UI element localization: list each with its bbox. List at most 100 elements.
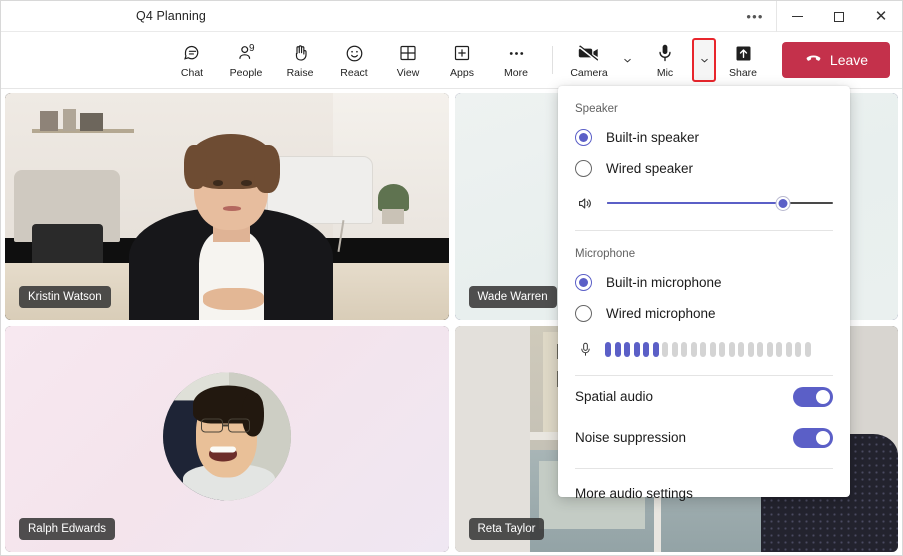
toolbar-item-raise[interactable]: Raise <box>273 34 327 86</box>
mic-level-bar <box>738 342 744 357</box>
people-count-badge: 9 <box>249 43 255 54</box>
share-screen-icon <box>733 41 754 65</box>
mic-level-bar <box>643 342 649 357</box>
microphone-option-label: Built-in microphone <box>606 275 722 290</box>
mic-level-bar <box>700 342 706 357</box>
more-audio-settings-label: More audio settings <box>575 486 693 501</box>
noise-suppression-label: Noise suppression <box>575 430 686 445</box>
react-smiley-icon <box>344 41 365 65</box>
volume-slider-row <box>575 186 833 220</box>
mic-level-bar <box>605 342 611 357</box>
apps-plus-icon <box>452 41 472 65</box>
spatial-audio-row[interactable]: Spatial audio <box>575 376 833 417</box>
toolbar-label-apps: Apps <box>450 68 474 79</box>
mic-level-bar <box>757 342 763 357</box>
mic-level-bar <box>615 342 621 357</box>
close-icon: ✕ <box>875 9 888 24</box>
mic-level-bar <box>748 342 754 357</box>
toolbar-label-share: Share <box>729 68 757 79</box>
mic-level-bar <box>776 342 782 357</box>
people-icon: 9 <box>236 41 257 65</box>
meeting-toolbar: Chat 9 People Raise <box>1 32 902 89</box>
toolbar-label-people: People <box>230 68 263 79</box>
mic-level-bar <box>672 342 678 357</box>
speaker-option-wired[interactable]: Wired speaker <box>575 153 833 184</box>
close-button[interactable]: ✕ <box>860 1 902 32</box>
toolbar-label-more: More <box>504 68 528 79</box>
mic-level-bar <box>795 342 801 357</box>
minimize-button[interactable] <box>776 1 818 32</box>
microphone-level-meter <box>605 342 833 357</box>
audio-settings-panel: Speaker Built-in speaker Wired speaker <box>558 86 850 497</box>
teams-meeting-window: Q4 Planning ••• ✕ <box>0 0 903 556</box>
minimize-icon <box>792 16 803 17</box>
mic-level-bar <box>729 342 735 357</box>
participant-name-label: Ralph Edwards <box>19 518 115 540</box>
view-grid-icon <box>398 41 418 65</box>
participant-name-label: Kristin Watson <box>19 286 111 308</box>
window-more-button[interactable]: ••• <box>734 1 776 32</box>
hang-up-icon <box>804 49 823 71</box>
toolbar-item-apps[interactable]: Apps <box>435 34 489 86</box>
window-controls: ••• ✕ <box>734 1 902 32</box>
mic-level-bar <box>786 342 792 357</box>
mic-level-bar <box>653 342 659 357</box>
more-ellipsis-icon <box>506 41 527 65</box>
microphone-icon <box>575 341 595 358</box>
toolbar-item-share[interactable]: Share <box>716 34 770 86</box>
toolbar-item-mic[interactable]: Mic <box>638 34 692 86</box>
microphone-option-built-in[interactable]: Built-in microphone <box>575 267 833 298</box>
mic-options-chevron[interactable] <box>692 38 716 82</box>
toolbar-item-more[interactable]: More <box>489 34 543 86</box>
spatial-audio-toggle[interactable] <box>793 387 833 407</box>
speaker-section-label: Speaker <box>575 86 833 122</box>
radio-icon <box>575 160 592 177</box>
speaker-option-label: Built-in speaker <box>606 130 699 145</box>
toolbar-item-react[interactable]: React <box>327 34 381 86</box>
slider-thumb[interactable] <box>777 197 790 210</box>
camera-control-group: Camera <box>562 34 638 86</box>
camera-options-chevron[interactable] <box>616 41 638 79</box>
mic-level-bar <box>719 342 725 357</box>
speaker-option-label: Wired speaker <box>606 161 693 176</box>
toolbar-item-view[interactable]: View <box>381 34 435 86</box>
microphone-option-label: Wired microphone <box>606 306 716 321</box>
noise-suppression-row[interactable]: Noise suppression <box>575 417 833 458</box>
toolbar-label-raise: Raise <box>287 68 314 79</box>
radio-icon <box>575 305 592 322</box>
leave-button-label: Leave <box>830 52 868 68</box>
microphone-level-row <box>575 333 833 365</box>
title-bar: Q4 Planning ••• ✕ <box>1 1 902 32</box>
microphone-section-label: Microphone <box>575 231 833 267</box>
toolbar-label-react: React <box>340 68 367 79</box>
more-ellipsis-icon: ••• <box>746 9 763 24</box>
participant-name-label: Wade Warren <box>469 286 557 308</box>
toolbar-divider <box>552 46 553 74</box>
noise-suppression-toggle[interactable] <box>793 428 833 448</box>
mic-level-bar <box>805 342 811 357</box>
camera-off-icon <box>577 41 601 65</box>
toolbar-item-chat[interactable]: Chat <box>165 34 219 86</box>
toolbar-label-camera: Camera <box>570 68 607 79</box>
slider-track-fill <box>607 202 783 204</box>
toolbar-item-people[interactable]: 9 People <box>219 34 273 86</box>
mic-control-group: Mic <box>638 34 716 86</box>
toolbar-primary-group: Chat 9 People Raise <box>165 34 543 86</box>
toolbar-label-mic: Mic <box>657 68 673 79</box>
maximize-icon <box>834 12 844 22</box>
leave-button[interactable]: Leave <box>782 42 890 78</box>
speaker-option-built-in[interactable]: Built-in speaker <box>575 122 833 153</box>
microphone-option-wired[interactable]: Wired microphone <box>575 298 833 329</box>
toolbar-label-chat: Chat <box>181 68 203 79</box>
radio-icon <box>575 129 592 146</box>
speaker-volume-icon <box>575 194 595 213</box>
maximize-button[interactable] <box>818 1 860 32</box>
spatial-audio-label: Spatial audio <box>575 389 653 404</box>
video-tile-kristin-watson[interactable]: Kristin Watson <box>5 93 449 320</box>
volume-slider[interactable] <box>607 196 833 210</box>
radio-icon <box>575 274 592 291</box>
toolbar-item-camera[interactable]: Camera <box>562 34 616 86</box>
video-tile-ralph-edwards[interactable]: Ralph Edwards <box>5 326 449 553</box>
more-audio-settings-row[interactable]: More audio settings <box>575 469 833 517</box>
mic-level-bar <box>710 342 716 357</box>
